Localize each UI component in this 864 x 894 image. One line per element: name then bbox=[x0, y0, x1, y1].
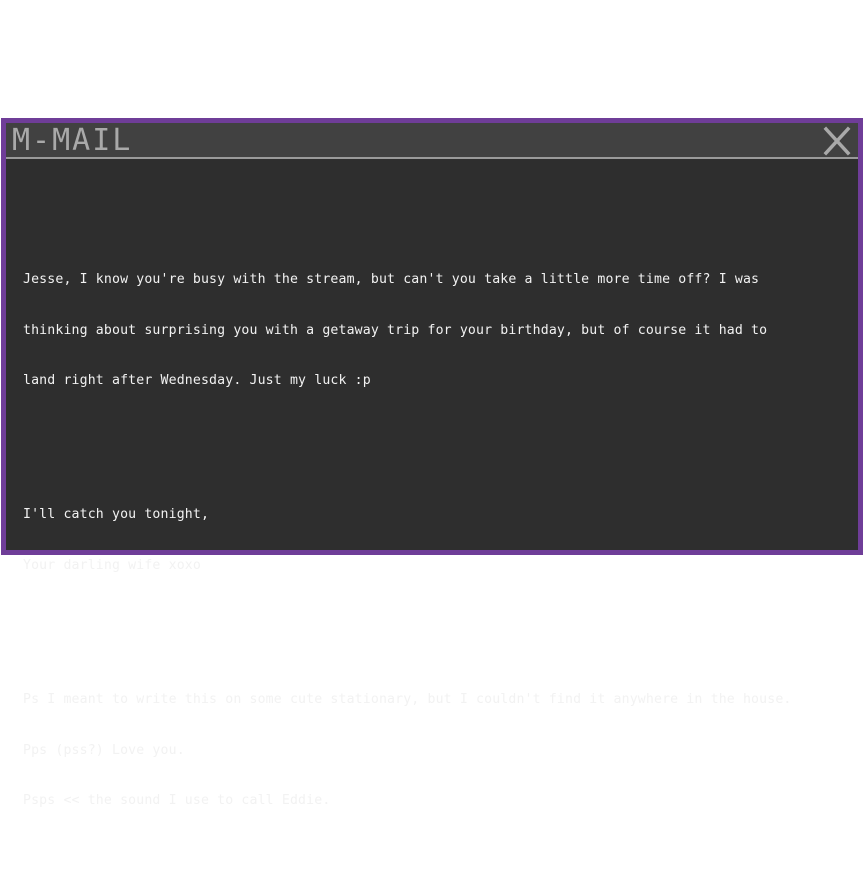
message-paragraph: I'll catch you tonight, Your darling wif… bbox=[23, 474, 848, 608]
message-postscript: Psps << the sound I use to call Eddie. bbox=[23, 792, 331, 808]
close-icon bbox=[823, 126, 851, 156]
window-title: M-MAIL bbox=[12, 123, 133, 158]
message-line: thinking about surprising you with a get… bbox=[23, 322, 768, 338]
message-line: land right after Wednesday. Just my luck… bbox=[23, 372, 371, 388]
close-button[interactable] bbox=[822, 126, 852, 156]
message-postscript: Pps (pss?) Love you. bbox=[23, 742, 185, 758]
message-paragraph: Jesse, I know you're busy with the strea… bbox=[23, 239, 848, 424]
message-signature: Your darling wife xoxo bbox=[23, 557, 201, 573]
message-paragraph: Ps I meant to write this on some cute st… bbox=[23, 659, 848, 844]
message-line: I'll catch you tonight, bbox=[23, 507, 210, 523]
message-line: Jesse, I know you're busy with the strea… bbox=[23, 272, 760, 288]
title-bar: M-MAIL bbox=[6, 123, 858, 159]
mail-window-body: M-MAIL Jesse, I know you're busy with th… bbox=[6, 123, 858, 808]
mail-window: M-MAIL Jesse, I know you're busy with th… bbox=[1, 118, 863, 808]
message-body: Jesse, I know you're busy with the strea… bbox=[23, 205, 848, 894]
message-postscript: Ps I meant to write this on some cute st… bbox=[23, 692, 792, 708]
